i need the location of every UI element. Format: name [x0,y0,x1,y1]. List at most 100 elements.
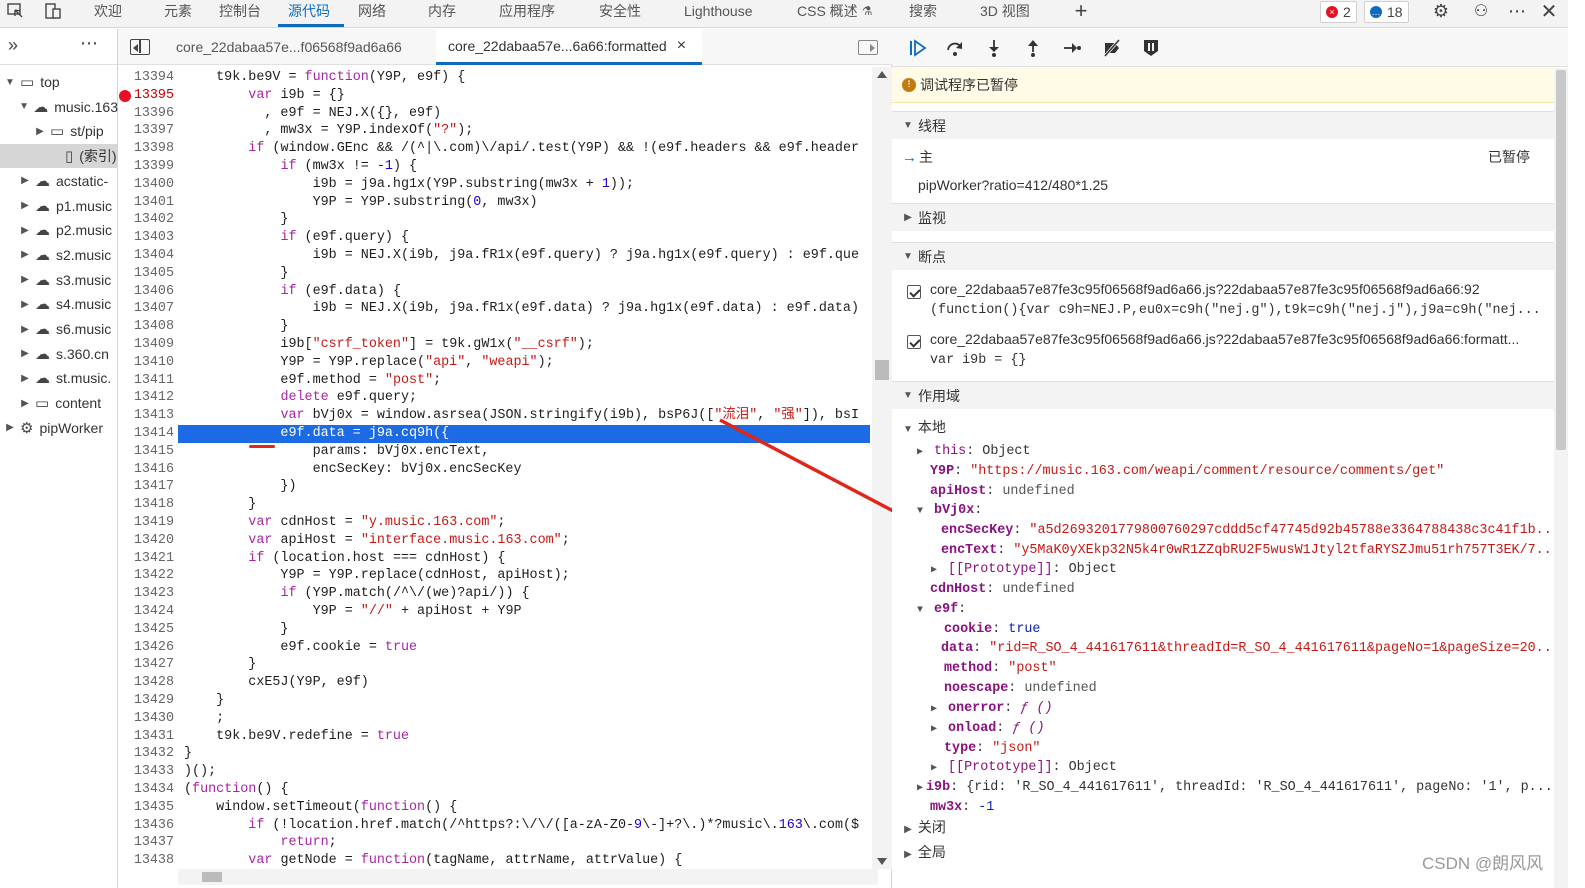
inspect-icon[interactable] [0,0,30,22]
line-number[interactable]: 13427 [118,656,178,674]
line-number[interactable]: 13408 [118,318,178,336]
line-number[interactable]: 13415 [118,443,178,461]
navigator-item[interactable]: ▶ ☁ p2.music [0,218,118,242]
line-number[interactable]: 13432 [118,745,178,763]
line-number[interactable]: 13412 [118,389,178,407]
line-number[interactable]: 13401 [118,194,178,212]
pause-on-exceptions-icon[interactable] [1138,35,1164,61]
tab-3d-view[interactable]: 3D 视图 [980,0,1030,22]
scope-global-row[interactable]: ▶ 全局 [902,843,946,863]
line-number[interactable]: 13416 [118,461,178,479]
navigator-item[interactable]: ▶ ☁ s3.music [0,268,118,292]
line-number[interactable]: 13418 [118,496,178,514]
line-number[interactable]: 13407 [118,300,178,318]
triangle-right-icon[interactable]: ▶ [19,348,31,359]
hscroll-thumb[interactable] [202,872,222,882]
errors-badge[interactable]: × 2 [1320,1,1357,23]
breakpoint-checkbox[interactable] [907,285,921,299]
line-number[interactable]: 13397 [118,122,178,140]
navigator-item[interactable]: ▼ ▭ top [0,70,118,94]
line-number[interactable]: 13420 [118,532,178,550]
line-number[interactable]: 13431 [118,728,178,746]
scope-bvj0x-row[interactable]: ▼ bVj0x: [914,501,982,521]
tab-console[interactable]: 控制台 [219,0,261,22]
step-icon[interactable] [1059,35,1085,61]
triangle-right-icon[interactable]: ▶ [34,126,46,137]
editor-vertical-scrollbar[interactable] [872,67,892,869]
navigator-item[interactable]: ▶ ☁ p1.music [0,194,118,218]
tab-search[interactable]: 搜索 [909,0,937,22]
navigator-item[interactable]: ▼ ☁ music.163 [0,95,118,119]
feedback-icon[interactable]: ⚇ [1466,0,1496,22]
more-options-icon[interactable]: ⋯ [1502,0,1532,22]
line-number[interactable]: 13419 [118,514,178,532]
line-number[interactable]: 13406 [118,283,178,301]
navigator-item[interactable]: ▶ ☁ s4.music [0,292,118,316]
scope-i9b-row[interactable]: ▶ i9b: {rid: 'R_SO_4_441617611', threadId… [914,778,1554,798]
line-number[interactable]: 13425 [118,621,178,639]
line-number[interactable]: 13423 [118,585,178,603]
line-number[interactable]: 13411 [118,372,178,390]
navigator-item[interactable]: ▶ ▭ content [0,391,118,415]
line-number[interactable]: 13402 [118,211,178,229]
tab-network[interactable]: 网络 [358,0,386,22]
scope-onload-row[interactable]: ▶ onload: ƒ () [928,719,1045,739]
tab-elements[interactable]: 元素 [164,0,192,22]
triangle-right-icon[interactable]: ▶ [19,324,31,335]
line-number[interactable]: 13434 [118,781,178,799]
line-number[interactable]: 13404 [118,247,178,265]
triangle-right-icon[interactable]: ▶ [19,225,31,236]
breakpoint-checkbox[interactable] [907,335,921,349]
toggle-navigator-icon[interactable] [130,39,150,55]
navigator-item[interactable]: ▶ ☁ acstatic- [0,169,118,193]
triangle-right-icon[interactable]: ▶ [4,422,16,433]
line-number[interactable]: 13429 [118,692,178,710]
scope-prototype-row[interactable]: ▶ [[Prototype]]: Object [928,560,1117,580]
line-number[interactable]: 13433 [118,763,178,781]
resume-icon[interactable] [904,35,930,61]
line-number[interactable]: 13403 [118,229,178,247]
line-number[interactable]: 13400 [118,176,178,194]
line-number[interactable]: 13428 [118,674,178,692]
navigator-item[interactable]: ▶ ⚙ pipWorker [0,416,118,440]
scope-section-header[interactable]: ▼ 作用域 [892,381,1554,409]
triangle-right-icon[interactable]: ▶ [19,200,31,211]
scope-local-row[interactable]: ▼ 本地 [902,418,946,438]
line-number[interactable]: 13398 [118,140,178,158]
scroll-down-icon[interactable] [877,858,887,865]
scroll-thumb[interactable] [875,360,889,380]
editor-horizontal-scrollbar[interactable] [178,869,878,885]
threads-section-header[interactable]: ▼ 线程 [892,111,1554,139]
scope-this-row[interactable]: ▶ this: Object [914,442,1031,462]
navigator-more-icon[interactable]: ⋯ [80,33,98,54]
triangle-down-icon[interactable]: ▼ [19,101,29,112]
debugger-scroll-thumb[interactable] [1556,70,1566,450]
device-emulation-icon[interactable] [38,0,68,22]
worker-thread-row[interactable]: pipWorker?ratio=412/480*1.25 [918,172,1108,198]
editor-tab-formatted[interactable]: core_22dabaa57e...6a66:formatted × [436,29,702,65]
navigator-item[interactable]: ▶ ☁ s6.music [0,317,118,341]
expand-panel-icon[interactable]: » [8,35,18,56]
triangle-right-icon[interactable]: ▶ [19,299,31,310]
deactivate-breakpoints-icon[interactable] [1099,35,1125,61]
scope-onerror-row[interactable]: ▶ onerror: ƒ () [928,699,1053,719]
line-number[interactable]: 13430 [118,710,178,728]
line-number[interactable]: 13437 [118,834,178,852]
tab-lighthouse[interactable]: Lighthouse [684,0,753,22]
line-number[interactable]: 13424 [118,603,178,621]
breakpoint-item[interactable]: core_22dabaa57e87fe3c95f06568f9ad6a66.js… [892,281,1554,325]
tab-sources[interactable]: 源代码 [288,0,330,22]
watch-section-header[interactable]: ▶ 监视 [892,203,1554,231]
line-number[interactable]: 13436 [118,817,178,835]
step-into-icon[interactable] [981,35,1007,61]
breakpoint-item[interactable]: core_22dabaa57e87fe3c95f06568f9ad6a66.js… [892,331,1554,375]
triangle-right-icon[interactable]: ▶ [19,249,31,260]
line-number[interactable]: 13409 [118,336,178,354]
breakpoints-section-header[interactable]: ▼ 断点 [892,242,1554,270]
debugger-scrollbar[interactable] [1554,68,1568,888]
step-out-icon[interactable] [1020,35,1046,61]
close-tab-icon[interactable]: × [677,37,686,55]
line-number[interactable]: 13396 [118,105,178,123]
scope-e9f-prototype-row[interactable]: ▶ [[Prototype]]: Object [928,758,1117,778]
triangle-right-icon[interactable]: ▶ [19,373,31,384]
